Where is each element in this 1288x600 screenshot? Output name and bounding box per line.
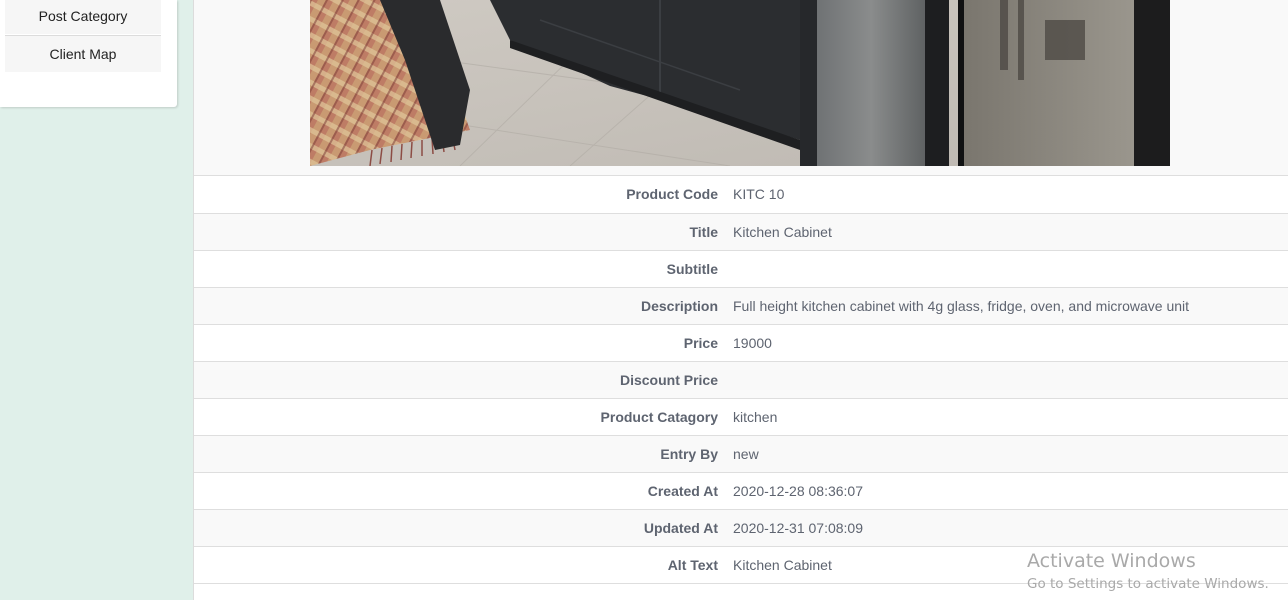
sidebar-menu: Post Category Client Map [0, 0, 177, 107]
updated-at-value: 2020-12-31 07:08:09 [733, 519, 863, 536]
subtitle-row: Subtitle [194, 250, 1288, 287]
description-label: Description [640, 297, 718, 314]
description-row: Description Full height kitchen cabinet … [194, 287, 1288, 324]
product-image-area [194, 0, 1288, 176]
product-detail-panel: Product Code KITC 10 Title Kitchen Cabin… [193, 0, 1288, 600]
product-category-label: Product Catagory [600, 408, 718, 425]
alt-text-value: Kitchen Cabinet [733, 556, 832, 573]
updated-at-row: Updated At 2020-12-31 07:08:09 [194, 509, 1288, 546]
entry-by-value: new [733, 445, 759, 462]
subtitle-value [733, 250, 1288, 287]
product-category-row: Product Catagory kitchen [194, 398, 1288, 435]
description-value: Full height kitchen cabinet with 4g glas… [733, 297, 1190, 314]
updated-at-label: Updated At [643, 519, 718, 536]
created-at-row: Created At 2020-12-28 08:36:07 [194, 472, 1288, 509]
discount-price-label: Discount Price [619, 371, 718, 388]
discount-price-value [733, 361, 1288, 398]
price-row: Price 19000 [194, 324, 1288, 361]
sidebar-item-post-category[interactable]: Post Category [5, 0, 161, 34]
product-code-row: Product Code KITC 10 [194, 176, 1288, 213]
alt-text-row: Alt Text Kitchen Cabinet [194, 546, 1288, 583]
page: Post Category Client Map Product Code KI… [0, 0, 1288, 600]
created-at-label: Created At [647, 482, 718, 499]
price-label: Price [683, 334, 718, 351]
created-at-value: 2020-12-28 08:36:07 [733, 482, 863, 499]
title-label: Title [689, 223, 718, 240]
alt-text-label: Alt Text [667, 556, 718, 573]
subtitle-label: Subtitle [666, 260, 718, 277]
entry-by-label: Entry By [660, 445, 718, 462]
product-detail-table: Product Code KITC 10 Title Kitchen Cabin… [194, 176, 1288, 584]
product-code-value: KITC 10 [733, 186, 785, 203]
entry-by-row: Entry By new [194, 435, 1288, 472]
product-category-value: kitchen [733, 408, 778, 425]
title-row: Title Kitchen Cabinet [194, 213, 1288, 250]
sidebar-item-client-map[interactable]: Client Map [5, 35, 161, 72]
discount-price-row: Discount Price [194, 361, 1288, 398]
title-value: Kitchen Cabinet [733, 223, 832, 240]
product-image [310, 0, 1170, 166]
price-value: 19000 [733, 334, 772, 351]
product-code-label: Product Code [626, 186, 718, 203]
